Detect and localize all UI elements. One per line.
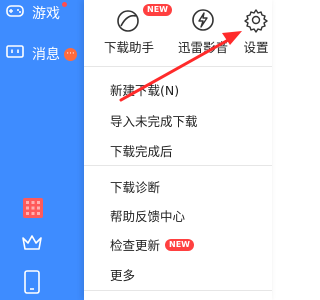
menu-item-label: 下载诊断 <box>110 180 161 195</box>
phone-icon[interactable] <box>23 270 41 298</box>
new-tag: NEW <box>143 4 172 16</box>
settings-button[interactable]: 设置 <box>242 6 270 56</box>
menu-item-new-download[interactable]: 新建下载(N) <box>110 80 179 99</box>
menu-item-label: 检查更新 <box>110 238 161 253</box>
thunder-video-button[interactable]: 迅雷影音 <box>178 6 228 56</box>
gamepad-icon <box>6 4 24 22</box>
menu-item-download-diagnosis[interactable]: 下载诊断 <box>110 177 160 196</box>
menu-item-label: 导入未完成下载 <box>110 114 198 129</box>
thunder-video-label: 迅雷影音 <box>178 40 229 55</box>
menu-top-bar: NEW 下载助手 迅雷影音 设置 <box>84 0 272 62</box>
download-assistant-button[interactable]: NEW 下载助手 <box>104 4 172 56</box>
menu-item-more[interactable]: 更多 <box>110 265 135 284</box>
settings-label: 设置 <box>243 40 269 55</box>
sidebar: 游戏 消息 ··· <box>0 0 84 300</box>
message-icon <box>6 44 24 64</box>
divider <box>84 165 272 166</box>
message-badge: ··· <box>64 47 77 61</box>
crown-icon[interactable] <box>21 234 43 256</box>
menu-item-import-unfinished[interactable]: 导入未完成下载 <box>110 111 198 130</box>
main-menu-dropdown: NEW 下载助手 迅雷影音 设置 新建下载(N) 导入未完成下载 下载完成后 下… <box>84 0 272 300</box>
menu-item-label: 更多 <box>110 268 136 283</box>
menu-item-label: 下载完成后 <box>110 144 173 159</box>
divider <box>84 290 272 291</box>
divider <box>84 66 272 67</box>
notification-dot <box>62 2 67 7</box>
sidebar-item-messages-label: 消息 <box>32 47 60 63</box>
menu-item-label: 新建下载(N) <box>110 83 180 98</box>
sidebar-item-games[interactable]: 游戏 <box>6 0 67 26</box>
download-assistant-icon: NEW <box>115 4 172 34</box>
menu-item-check-update[interactable]: 检查更新 NEW <box>110 235 194 254</box>
grid-app-icon[interactable] <box>23 198 43 222</box>
download-assistant-label: 下载助手 <box>104 40 155 55</box>
menu-item-label: 帮助反馈中心 <box>110 209 186 224</box>
new-tag: NEW <box>165 238 194 251</box>
sidebar-item-messages[interactable]: 消息 ··· <box>6 42 77 66</box>
menu-item-help-feedback[interactable]: 帮助反馈中心 <box>110 206 185 225</box>
menu-item-after-download[interactable]: 下载完成后 <box>110 141 173 160</box>
thunder-video-icon <box>189 6 217 34</box>
gear-icon <box>242 6 270 34</box>
sidebar-item-games-label: 游戏 <box>32 6 60 22</box>
